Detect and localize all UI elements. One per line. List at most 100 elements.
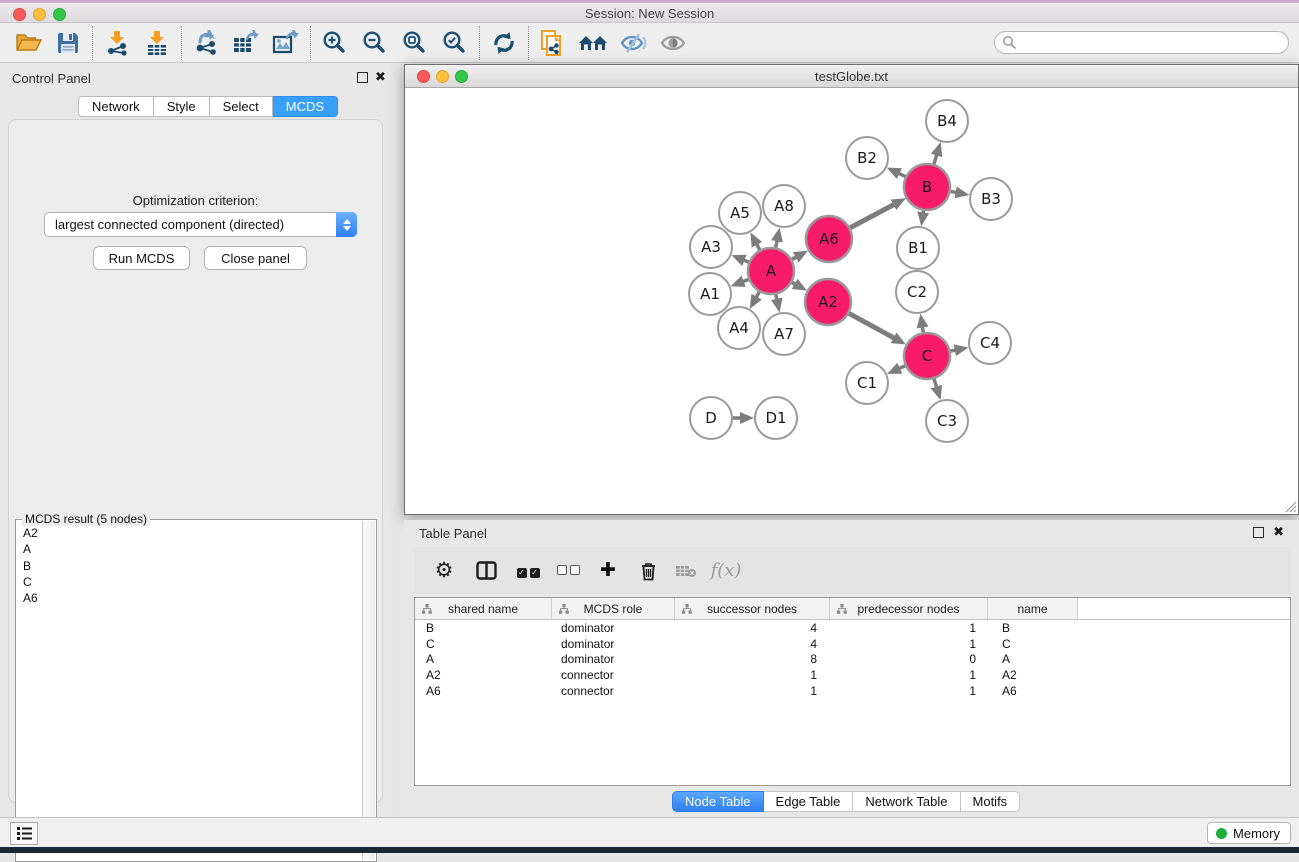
table-row[interactable]: A6connector11A6 [415,683,1290,699]
table-cell[interactable]: A6 [988,684,1078,698]
table-cell[interactable]: dominator [552,637,675,651]
table-row[interactable]: Cdominator41C [415,636,1290,652]
graph-node-B[interactable]: B [904,164,950,210]
table-cell[interactable]: connector [552,668,675,682]
apply-function-button[interactable]: f(x) [708,551,744,591]
table-options-button[interactable]: ⚙ [426,551,462,591]
tab-style[interactable]: Style [154,96,210,117]
column-header-successor-nodes[interactable]: successor nodes [675,598,830,619]
graph-node-B2[interactable]: B2 [846,137,888,179]
table-cell[interactable]: 1 [830,621,988,635]
zoom-in-button[interactable] [315,25,355,61]
tab-edge-table[interactable]: Edge Table [764,791,854,812]
close-table-panel-icon[interactable]: ✖ [1273,524,1284,540]
table-cell[interactable]: 1 [675,684,830,698]
mcds-result-item[interactable]: A2 [17,525,361,541]
table-cell[interactable]: A [988,652,1078,666]
graph-edge-A-A4[interactable] [756,292,759,298]
table-cell[interactable]: B [415,621,552,635]
memory-button[interactable]: Memory [1207,822,1291,844]
graph-node-C[interactable]: C [904,333,950,379]
graph-edge-A6-B[interactable] [850,204,894,227]
graph-edge-C-C3[interactable] [934,379,937,388]
delete-column-button[interactable] [630,551,666,591]
graph-edge-B-B3[interactable] [951,191,957,192]
graph-edge-C-C1[interactable] [899,366,905,369]
node-table[interactable]: shared name MCDS role successor nodes pr… [414,597,1291,786]
table-row[interactable]: A2connector11A2 [415,667,1290,683]
graph-node-B1[interactable]: B1 [897,227,939,269]
network-canvas[interactable]: B4B2BB3A5A8A6A3B1AC2A1A2A4A7C4CC1C3DD1 [405,89,1298,514]
open-file-button[interactable] [8,25,48,61]
clone-network-button[interactable] [533,25,573,61]
graph-node-A8[interactable]: A8 [763,185,805,227]
table-cell[interactable]: A2 [988,668,1078,682]
mcds-result-item[interactable]: A [17,541,361,557]
resize-grip-icon[interactable] [1283,499,1297,513]
zoom-out-button[interactable] [355,25,395,61]
graph-node-C1[interactable]: C1 [846,362,888,404]
close-panel-icon[interactable]: ✖ [375,69,386,85]
graph-node-C2[interactable]: C2 [896,271,938,313]
table-body[interactable]: Bdominator41BCdominator41CAdominator80AA… [415,620,1290,699]
table-cell[interactable]: 4 [675,621,830,635]
graph-edge-A-A7[interactable] [776,295,777,300]
table-cell[interactable]: connector [552,684,675,698]
mcds-result-item[interactable]: C [17,574,361,590]
tab-mcds[interactable]: MCDS [273,96,338,117]
graph-edge-A-A8[interactable] [776,240,777,247]
float-table-panel-icon[interactable] [1253,527,1264,538]
show-graphics-details-button[interactable] [653,25,693,61]
graph-edge-A-A3[interactable] [743,260,748,262]
graph-node-A4[interactable]: A4 [718,307,760,349]
graph-edge-C-C4[interactable] [951,350,956,351]
table-cell[interactable]: 1 [830,684,988,698]
network-window-titlebar[interactable]: testGlobe.txt [405,65,1298,88]
graph-node-A[interactable]: A [748,248,794,294]
table-cell[interactable]: 1 [830,637,988,651]
refresh-button[interactable] [484,25,524,61]
table-cell[interactable]: 1 [830,668,988,682]
table-cell[interactable]: A6 [415,684,552,698]
mcds-result-item[interactable]: B [17,558,361,574]
export-network-button[interactable] [186,25,226,61]
column-header-name[interactable]: name [988,598,1078,619]
export-table-button[interactable] [226,25,266,61]
graph-node-A2[interactable]: A2 [805,279,851,325]
tab-network-table[interactable]: Network Table [853,791,960,812]
column-header-predecessor-nodes[interactable]: predecessor nodes [830,598,988,619]
zoom-selected-button[interactable] [435,25,475,61]
table-cell[interactable]: A [415,652,552,666]
criterion-dropdown[interactable]: largest connected component (directed) [44,212,357,237]
close-panel-button[interactable]: Close panel [204,246,307,270]
import-table-button[interactable] [137,25,177,61]
table-cell[interactable]: 1 [675,668,830,682]
graph-node-A3[interactable]: A3 [690,226,732,268]
table-cell[interactable]: dominator [552,621,675,635]
search-input[interactable] [994,31,1289,54]
table-cell[interactable]: dominator [552,652,675,666]
graph-node-A5[interactable]: A5 [719,192,761,234]
task-history-button[interactable] [10,822,38,845]
tab-motifs[interactable]: Motifs [961,791,1021,812]
hide-graphics-details-button[interactable] [613,25,653,61]
table-cell[interactable]: 8 [675,652,830,666]
show-columns-button[interactable] [468,551,504,591]
tab-network[interactable]: Network [78,96,154,117]
table-cell[interactable]: C [988,637,1078,651]
run-mcds-button[interactable]: Run MCDS [93,246,190,270]
import-network-button[interactable] [97,25,137,61]
mcds-result-item[interactable]: A6 [17,590,361,606]
graph-node-C3[interactable]: C3 [926,400,968,442]
column-header-shared-name[interactable]: shared name [415,598,552,619]
table-row[interactable]: Adominator80A [415,652,1290,668]
graph-edge-A-A6[interactable] [792,257,797,260]
graph-edge-B-B2[interactable] [899,173,906,176]
float-panel-icon[interactable] [357,72,368,83]
table-cell[interactable]: 4 [675,637,830,651]
mcds-result-list[interactable]: A2ABCA6 [17,525,361,860]
graph-edge-A-A2[interactable] [792,282,795,284]
show-all-networks-button[interactable] [573,25,613,61]
graph-node-B4[interactable]: B4 [926,100,968,142]
table-cell[interactable]: A2 [415,668,552,682]
